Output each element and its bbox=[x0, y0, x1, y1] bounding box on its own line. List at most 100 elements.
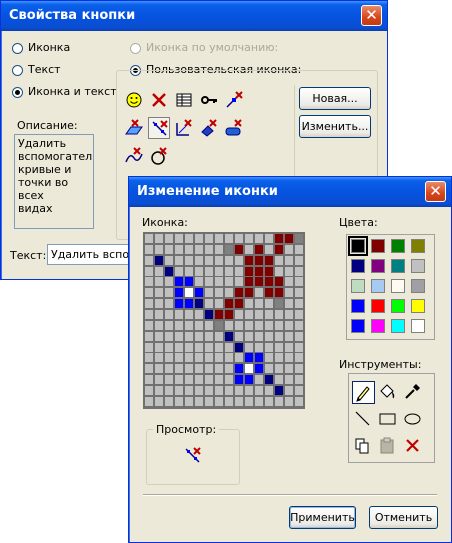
pixel-cell[interactable] bbox=[245, 299, 253, 309]
pixel-cell[interactable] bbox=[235, 255, 243, 265]
pixel-cell[interactable] bbox=[225, 255, 233, 265]
pixel-cell[interactable] bbox=[185, 375, 193, 385]
color-swatch[interactable] bbox=[351, 319, 365, 333]
pixel-cell[interactable] bbox=[215, 299, 223, 309]
color-swatch[interactable] bbox=[371, 239, 385, 253]
pixel-cell[interactable] bbox=[265, 385, 273, 395]
pixel-cell[interactable] bbox=[275, 288, 283, 298]
pixel-cell[interactable] bbox=[295, 331, 303, 341]
pixel-cell[interactable] bbox=[175, 255, 183, 265]
pixel-cell[interactable] bbox=[165, 277, 173, 287]
pixel-cell[interactable] bbox=[295, 299, 303, 309]
pixel-cell[interactable] bbox=[205, 277, 213, 287]
pixel-cell[interactable] bbox=[185, 396, 193, 406]
grid-x-icon[interactable] bbox=[173, 117, 195, 139]
curve-x-icon[interactable] bbox=[123, 145, 145, 167]
pixel-cell[interactable] bbox=[185, 288, 193, 298]
pixel-cell[interactable] bbox=[195, 385, 203, 395]
pixel-cell[interactable] bbox=[155, 375, 163, 385]
pixel-cell[interactable] bbox=[235, 266, 243, 276]
pixel-cell[interactable] bbox=[205, 244, 213, 254]
pixel-cell[interactable] bbox=[265, 396, 273, 406]
pixel-cell[interactable] bbox=[195, 320, 203, 330]
pixel-cell[interactable] bbox=[285, 288, 293, 298]
pixel-cell[interactable] bbox=[195, 288, 203, 298]
pixel-cell[interactable] bbox=[265, 375, 273, 385]
copy-tool[interactable] bbox=[352, 435, 375, 458]
pixel-cell[interactable] bbox=[285, 342, 293, 352]
line-x-icon[interactable] bbox=[223, 89, 245, 111]
pixel-cell[interactable] bbox=[155, 299, 163, 309]
pixel-cell[interactable] bbox=[195, 234, 203, 243]
pixel-cell[interactable] bbox=[185, 342, 193, 352]
pixel-cell[interactable] bbox=[295, 396, 303, 406]
pixel-cell[interactable] bbox=[215, 375, 223, 385]
pixel-cell[interactable] bbox=[255, 331, 263, 341]
pixel-cell[interactable] bbox=[265, 299, 273, 309]
circle-x-icon[interactable] bbox=[148, 145, 170, 167]
pixel-cell[interactable] bbox=[175, 375, 183, 385]
pixel-cell[interactable] bbox=[145, 234, 153, 243]
radio-icon[interactable] bbox=[12, 43, 23, 54]
pixel-cell[interactable] bbox=[225, 266, 233, 276]
pixel-cell[interactable] bbox=[185, 364, 193, 374]
color-swatch[interactable] bbox=[391, 319, 405, 333]
pixel-cell[interactable] bbox=[265, 277, 273, 287]
pixel-cell[interactable] bbox=[205, 375, 213, 385]
color-swatch[interactable] bbox=[351, 279, 365, 293]
pixel-cell[interactable] bbox=[195, 309, 203, 319]
pixel-cell[interactable] bbox=[285, 375, 293, 385]
pixel-cell[interactable] bbox=[235, 385, 243, 395]
pixel-cell[interactable] bbox=[295, 342, 303, 352]
pixel-cell[interactable] bbox=[285, 299, 293, 309]
pixel-cell[interactable] bbox=[295, 288, 303, 298]
pixel-cell[interactable] bbox=[235, 331, 243, 341]
color-swatch[interactable] bbox=[348, 236, 368, 256]
color-swatch[interactable] bbox=[391, 299, 405, 313]
pixel-cell[interactable] bbox=[245, 255, 253, 265]
pixel-cell[interactable] bbox=[225, 299, 233, 309]
pixel-cell[interactable] bbox=[235, 234, 243, 243]
text-field[interactable]: Удалить вспомо bbox=[47, 244, 139, 265]
pixel-cell[interactable] bbox=[215, 385, 223, 395]
color-swatch[interactable] bbox=[371, 299, 385, 313]
pixel-cell[interactable] bbox=[255, 234, 263, 243]
pixel-cell[interactable] bbox=[205, 288, 213, 298]
pixel-cell[interactable] bbox=[145, 277, 153, 287]
pixel-cell[interactable] bbox=[185, 299, 193, 309]
key-icon[interactable] bbox=[198, 89, 220, 111]
pixel-cell[interactable] bbox=[205, 234, 213, 243]
pixel-cell[interactable] bbox=[275, 353, 283, 363]
pixel-cell[interactable] bbox=[165, 309, 173, 319]
color-swatch[interactable] bbox=[391, 279, 405, 293]
pixel-cell[interactable] bbox=[295, 266, 303, 276]
pixel-cell[interactable] bbox=[145, 288, 153, 298]
color-swatch[interactable] bbox=[371, 259, 385, 273]
line-tool[interactable] bbox=[352, 408, 375, 431]
pixel-cell[interactable] bbox=[245, 396, 253, 406]
pixel-cell[interactable] bbox=[235, 353, 243, 363]
pixel-cell[interactable] bbox=[275, 331, 283, 341]
pixel-cell[interactable] bbox=[235, 364, 243, 374]
pixel-cell[interactable] bbox=[195, 364, 203, 374]
pixel-cell[interactable] bbox=[275, 320, 283, 330]
pixel-cell[interactable] bbox=[195, 375, 203, 385]
pixel-cell[interactable] bbox=[295, 353, 303, 363]
pixel-cell[interactable] bbox=[175, 331, 183, 341]
pixel-cell[interactable] bbox=[255, 353, 263, 363]
pixel-cell[interactable] bbox=[155, 342, 163, 352]
pixel-cell[interactable] bbox=[285, 244, 293, 254]
color-swatch[interactable] bbox=[411, 259, 425, 273]
pixel-cell[interactable] bbox=[155, 353, 163, 363]
pixel-cell[interactable] bbox=[245, 385, 253, 395]
pixel-cell[interactable] bbox=[155, 385, 163, 395]
pixel-cell[interactable] bbox=[225, 364, 233, 374]
pixel-cell[interactable] bbox=[295, 375, 303, 385]
pixel-cell[interactable] bbox=[205, 266, 213, 276]
color-swatch[interactable] bbox=[411, 299, 425, 313]
pixel-cell[interactable] bbox=[205, 255, 213, 265]
pixel-cell[interactable] bbox=[165, 234, 173, 243]
pixel-cell[interactable] bbox=[295, 364, 303, 374]
pixel-cell[interactable] bbox=[185, 266, 193, 276]
pixel-cell[interactable] bbox=[235, 244, 243, 254]
